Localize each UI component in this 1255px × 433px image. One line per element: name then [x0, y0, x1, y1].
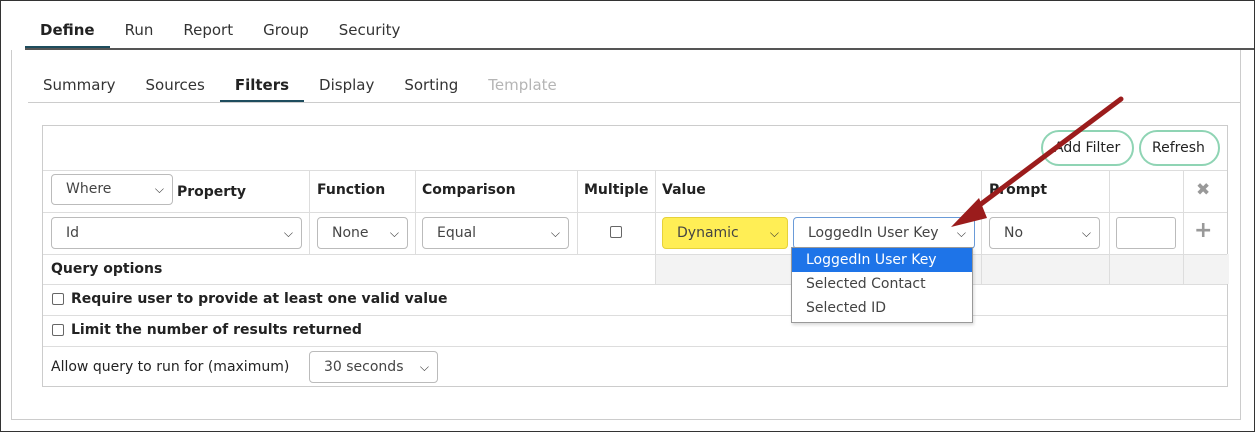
col-divider	[981, 170, 982, 284]
comparison-select-value: Equal	[437, 225, 477, 241]
property-select-value: Id	[66, 225, 80, 241]
col-divider	[1109, 170, 1110, 284]
property-select[interactable]: Id ⌵	[51, 217, 302, 249]
run-time-label: Allow query to run for (maximum)	[51, 359, 290, 375]
tab-run[interactable]: Run	[110, 11, 169, 49]
require-valid-label: Require user to provide at least one val…	[71, 291, 448, 307]
col-divider	[415, 170, 416, 254]
subtab-filters[interactable]: Filters	[219, 67, 305, 103]
subtab-display[interactable]: Display	[304, 67, 389, 103]
chevron-down-icon: ⌵	[283, 226, 293, 240]
prompt-label-input[interactable]	[1116, 217, 1176, 249]
row-divider	[43, 254, 1227, 255]
tab-report[interactable]: Report	[168, 11, 248, 49]
remove-all-icon[interactable]: ✖	[1196, 180, 1210, 200]
value-dropdown-list: LoggedIn User Key Selected Contact Selec…	[791, 247, 973, 323]
tab-define[interactable]: Define	[25, 11, 110, 49]
chevron-down-icon: ⌵	[550, 226, 560, 240]
comparison-select[interactable]: Equal ⌵	[422, 217, 569, 249]
value-mode-select[interactable]: Dynamic ⌵	[662, 217, 788, 249]
sub-tabs-divider	[28, 102, 1240, 103]
where-select-value: Where	[66, 181, 112, 197]
define-panel: Summary Sources Filters Display Sorting …	[11, 50, 1241, 420]
header-value: Value	[662, 182, 706, 198]
col-divider	[309, 170, 310, 254]
row-divider	[43, 170, 1227, 171]
row-divider	[43, 346, 1227, 347]
multiple-checkbox[interactable]	[610, 226, 622, 238]
col-divider	[1183, 170, 1184, 284]
refresh-button[interactable]: Refresh	[1139, 130, 1220, 166]
subtab-sorting[interactable]: Sorting	[389, 67, 473, 103]
sub-tabs: Summary Sources Filters Display Sorting …	[28, 67, 572, 103]
row-divider	[43, 212, 1227, 213]
chevron-down-icon: ⌵	[389, 226, 399, 240]
filter-table: Add Filter Refresh Where ⌵ Property Func…	[42, 125, 1229, 387]
row-divider	[43, 315, 1227, 316]
where-select[interactable]: Where ⌵	[51, 174, 173, 205]
row-divider	[43, 284, 1227, 285]
prompt-select[interactable]: No ⌵	[989, 217, 1100, 249]
run-time-select-value: 30 seconds	[324, 359, 404, 375]
add-filter-button[interactable]: Add Filter	[1041, 130, 1134, 166]
value-mode-select-value: Dynamic	[677, 225, 739, 241]
col-divider	[577, 170, 578, 254]
prompt-select-value: No	[1004, 225, 1024, 241]
header-comparison: Comparison	[422, 182, 516, 198]
subtab-sources[interactable]: Sources	[131, 67, 220, 103]
header-prompt: Prompt	[989, 182, 1048, 198]
dynamic-value-select[interactable]: LoggedIn User Key ⌵	[793, 217, 975, 249]
limit-results-checkbox[interactable]	[52, 324, 64, 336]
run-time-select[interactable]: 30 seconds ⌵	[309, 351, 438, 383]
function-select[interactable]: None ⌵	[317, 217, 408, 249]
function-select-value: None	[332, 225, 369, 241]
col-divider	[655, 170, 656, 284]
window-frame: Define Run Report Group Security Summary…	[0, 0, 1255, 432]
chevron-down-icon: ⌵	[154, 182, 164, 196]
chevron-down-icon: ⌵	[769, 226, 779, 240]
header-multiple: Multiple	[584, 182, 649, 198]
query-options-shade-3	[1109, 254, 1229, 284]
tab-group[interactable]: Group	[248, 11, 324, 49]
limit-results-label: Limit the number of results returned	[71, 322, 362, 338]
header-property: Property	[177, 184, 247, 200]
dropdown-option[interactable]: Selected ID	[792, 296, 972, 320]
dynamic-value-select-value: LoggedIn User Key	[808, 225, 939, 241]
chevron-down-icon: ⌵	[956, 226, 966, 240]
main-tabs: Define Run Report Group Security	[25, 11, 415, 51]
subtab-summary[interactable]: Summary	[28, 67, 131, 103]
chevron-down-icon: ⌵	[1081, 226, 1091, 240]
chevron-down-icon: ⌵	[419, 360, 429, 374]
query-options-title: Query options	[51, 261, 163, 277]
query-options-shade-2	[981, 254, 1109, 284]
subtab-template: Template	[488, 76, 557, 94]
dropdown-option[interactable]: LoggedIn User Key	[792, 248, 972, 272]
header-function: Function	[317, 182, 386, 198]
dropdown-option[interactable]: Selected Contact	[792, 272, 972, 296]
tab-security[interactable]: Security	[324, 11, 416, 49]
require-valid-checkbox[interactable]	[52, 293, 64, 305]
add-row-icon[interactable]: +	[1194, 218, 1212, 243]
